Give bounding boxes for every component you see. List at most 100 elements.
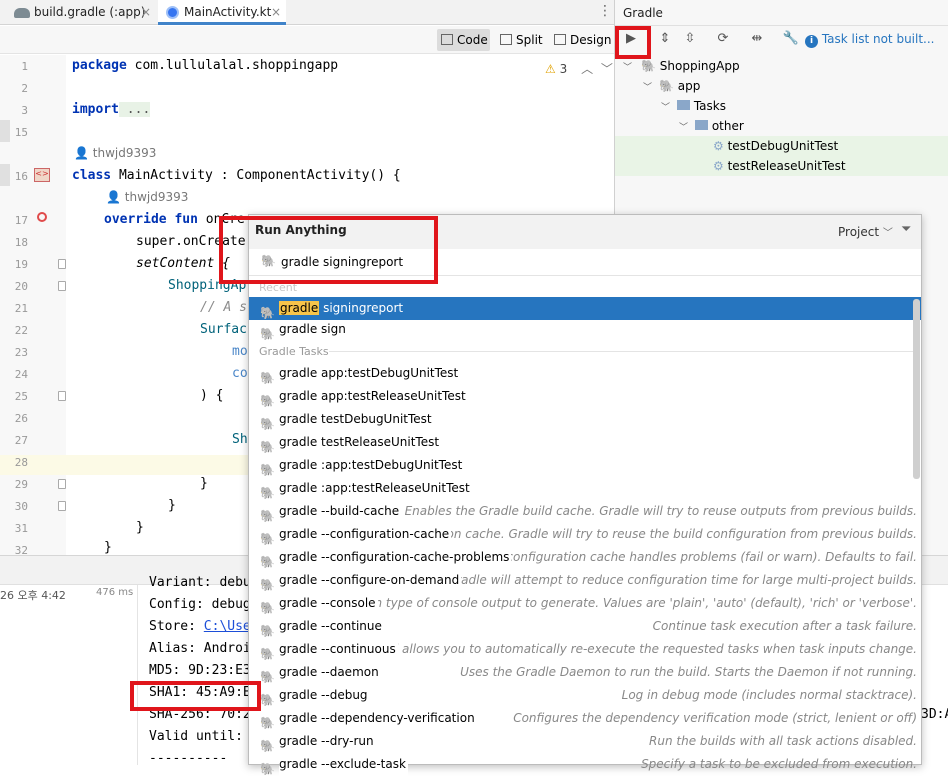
item-label: gradle :app:testReleaseUnitTest [279, 477, 472, 500]
chevron-down-icon[interactable]: ﹀ [601, 62, 613, 76]
run-anything-item[interactable]: 🐘 Uses the Gradle Daemon to run the build… [249, 661, 921, 684]
activity-layout-icon[interactable]: <> [34, 168, 50, 182]
tree-label: other [711, 119, 744, 133]
run-duration: 476 ms [96, 587, 134, 598]
run-anything-item[interactable]: 🐘 gradle sign [249, 318, 921, 341]
line-number: 23 [14, 346, 28, 359]
link-project-icon[interactable]: ⇹ [745, 28, 769, 50]
line-number: 18 [14, 236, 28, 249]
tree-node-other[interactable]: other [695, 116, 744, 136]
folded-imports[interactable]: ... [118, 102, 151, 117]
filter-icon[interactable]: ⏷ [901, 222, 911, 237]
task-list-status[interactable]: i Task list not built... [805, 28, 935, 50]
tree-node-tasks[interactable]: Tasks [677, 96, 726, 116]
tree-node-project[interactable]: 🐘 ShoppingApp [641, 56, 740, 76]
run-anything-item[interactable]: 🐘 gradle app:testDebugUnitTest [249, 362, 921, 385]
item-description: ntinuous Build allows you to automatical… [312, 642, 917, 656]
item-label: gradle --debug [279, 684, 370, 707]
tree-node-task[interactable]: ⚙ testDebugUnitTest [713, 136, 838, 156]
code-line-19[interactable]: setContent { [136, 256, 230, 271]
fold-toggle-icon[interactable] [58, 479, 66, 489]
run-anything-item[interactable]: 🐘 gradle app:testReleaseUnitTest [249, 385, 921, 408]
fold-toggle-icon[interactable] [58, 501, 66, 511]
chevron-up-icon[interactable]: ︿ [581, 62, 593, 76]
tree-node-task[interactable]: ⚙ testReleaseUnitTest [713, 156, 846, 176]
expand-arrow-icon[interactable]: ﹀ [643, 80, 652, 93]
code-line-32[interactable]: } [104, 540, 112, 555]
run-anything-item[interactable]: 🐘 Enables the Gradle build cache. Gradle … [249, 500, 921, 523]
popup-scrollbar[interactable] [913, 299, 920, 479]
run-anything-item[interactable]: 🐘 gradle :app:testDebugUnitTest [249, 454, 921, 477]
run-anything-item-selected[interactable]: 🐘 gradle signingreport [249, 297, 921, 320]
run-anything-item[interactable]: 🐘 pecifies which type of console output t… [249, 592, 921, 615]
line-number: 17 [14, 214, 28, 227]
tab-label: MainActivity.kt [184, 5, 272, 19]
status-text: Task list not built... [821, 32, 935, 46]
run-anything-item[interactable]: 🐘 ntinuous Build allows you to automatica… [249, 638, 921, 661]
keystore-path-link[interactable]: C:\Use [204, 619, 251, 634]
warnings-indicator[interactable]: ⚠ 3 ︿ ﹀ [545, 60, 613, 77]
code-line-23[interactable]: mo [232, 344, 248, 359]
expand-arrow-icon[interactable]: ﹀ [661, 100, 670, 113]
gradle-elephant-icon: 🐘 [260, 578, 275, 592]
settings-wrench-icon[interactable]: 🔧 [779, 28, 803, 50]
design-view-icon [554, 34, 566, 45]
expand-arrow-icon[interactable]: ﹀ [623, 60, 632, 73]
divider [329, 351, 914, 352]
class-declaration: MainActivity : ComponentActivity() { [111, 168, 401, 183]
gradle-elephant-icon: 🐘 [260, 306, 275, 320]
override-icon[interactable] [37, 212, 47, 222]
author-inlay[interactable]: 👤 thwjd9393 [74, 146, 156, 160]
tree-label: testDebugUnitTest [727, 139, 839, 153]
tab-build-gradle[interactable]: build.gradle (:app) × [0, 0, 158, 25]
code-line-22[interactable]: Surfac [200, 322, 247, 337]
toggle-offline-icon[interactable]: ⟳ [711, 28, 735, 50]
close-tab-icon[interactable]: × [271, 0, 281, 25]
run-anything-item[interactable]: 🐘 gradle testReleaseUnitTest [249, 431, 921, 454]
code-text: mo [232, 344, 248, 359]
close-tab-icon[interactable]: × [141, 0, 151, 25]
tree-label: ShoppingApp [659, 59, 740, 73]
author-name: thwjd9393 [124, 190, 189, 204]
code-line-29[interactable]: } [200, 476, 208, 491]
code-line-30[interactable]: } [168, 498, 176, 513]
split-view-button[interactable]: Split [496, 29, 547, 51]
code-view-button[interactable]: Code [437, 29, 490, 51]
run-anything-item[interactable]: 🐘 gradle testDebugUnitTest [249, 408, 921, 431]
tab-main-activity[interactable]: MainActivity.kt × [158, 0, 286, 25]
run-anything-popup: Run Anything Project ﹀ ⏷ 🐘 Recent 🐘 grad… [248, 214, 922, 776]
expand-arrow-icon[interactable]: ﹀ [679, 120, 688, 133]
author-inlay[interactable]: 👤 thwjd9393 [106, 190, 188, 204]
collapse-all-icon[interactable]: ⇳ [678, 28, 702, 50]
code-line-3[interactable]: import ... [72, 102, 151, 117]
code-line-16[interactable]: class MainActivity : ComponentActivity()… [72, 168, 401, 183]
run-anything-item[interactable]: 🐘 gradle :app:testReleaseUnitTest [249, 477, 921, 500]
code-line-25[interactable]: ) { [200, 388, 223, 403]
gradle-elephant-icon: 🐘 [260, 532, 275, 546]
code-line-21[interactable]: // A s [200, 300, 247, 315]
run-anything-item[interactable]: 🐘 Continue task execution after a task fa… [249, 615, 921, 638]
code-line-27[interactable]: Sh [232, 432, 248, 447]
code-line-31[interactable]: } [136, 520, 144, 535]
run-anything-item[interactable]: 🐘 configuration cache. Gradle will try to… [249, 523, 921, 546]
code-line-1[interactable]: package com.lullulalal.shoppingapp [72, 58, 338, 73]
console-line: Alias: Androi [149, 641, 251, 656]
scope-label: Project [838, 225, 880, 239]
run-anything-item[interactable]: 🐘 cts only. Gradle will attempt to reduce… [249, 569, 921, 592]
tree-node-module[interactable]: 🐘 app [659, 76, 700, 96]
fold-toggle-icon[interactable] [58, 281, 66, 291]
keyword: import [72, 102, 119, 117]
fold-toggle-icon[interactable] [58, 391, 66, 401]
code-line-24[interactable]: co [232, 366, 248, 381]
run-anything-item[interactable]: 🐘 Configures the dependency verification … [249, 707, 921, 730]
run-anything-item[interactable]: 🐘 es how the configuration cache handles … [249, 546, 921, 569]
code-view-icon [441, 34, 453, 45]
expand-all-icon[interactable]: ⇕ [653, 28, 677, 50]
run-anything-item[interactable]: 🐘 Log in debug mode (includes normal stac… [249, 684, 921, 707]
design-view-button[interactable]: Design [550, 29, 615, 51]
fold-toggle-icon[interactable] [58, 259, 66, 269]
run-anything-item[interactable]: 🐘 Run the builds with all task actions di… [249, 730, 921, 753]
more-options-icon[interactable]: ⋮ [598, 3, 612, 19]
scope-dropdown[interactable]: Project ﹀ [838, 224, 893, 239]
warning-icon: ⚠ [545, 62, 556, 76]
